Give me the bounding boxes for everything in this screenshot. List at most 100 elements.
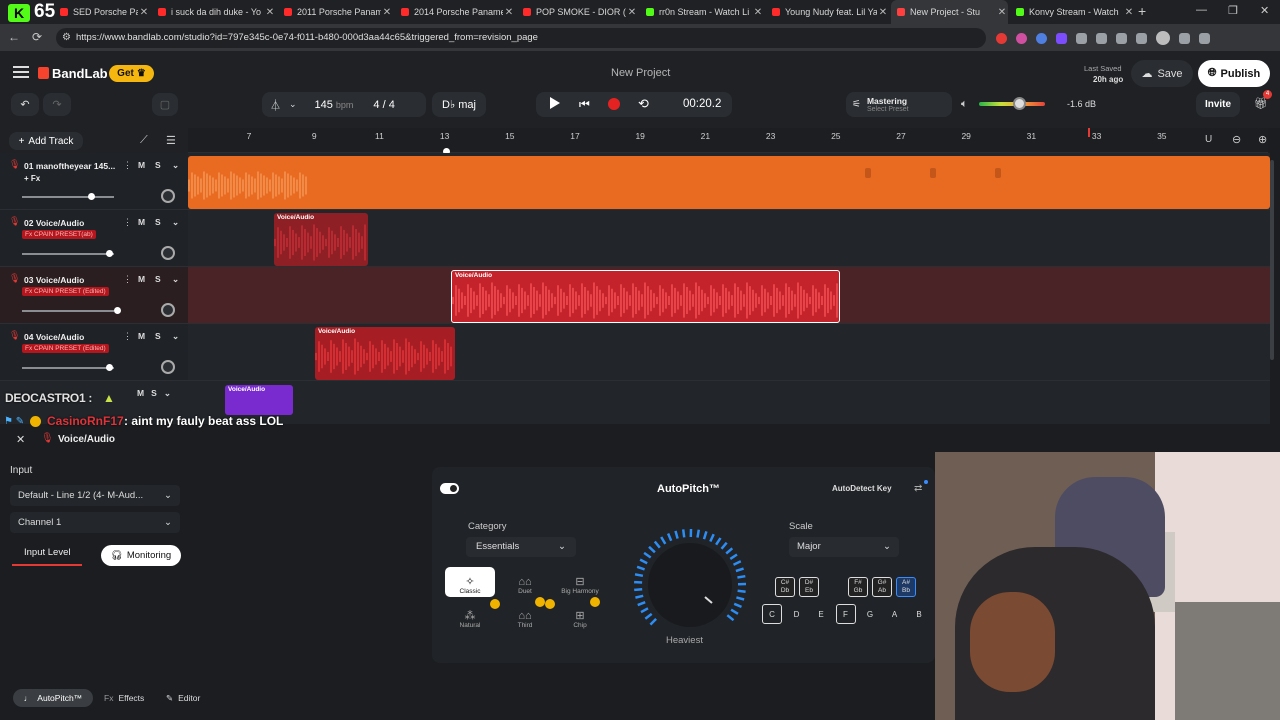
zoom-out-icon[interactable]: ⊖ (1232, 133, 1241, 146)
category-option[interactable]: ⁂ Natural (445, 601, 495, 631)
chevron-down-icon[interactable]: ⌄ (172, 217, 179, 228)
zoom-in-icon[interactable]: ⊕ (1258, 133, 1267, 146)
extension-gray2-icon[interactable] (1096, 32, 1107, 44)
track-header[interactable]: 🎙︎ 01 manoftheyear 145... ⋮ M S ⌄ + Fx (0, 153, 188, 210)
track-menu-icon[interactable]: ⋮ (123, 274, 132, 285)
category-option[interactable]: ⊟ Big Harmony (555, 567, 605, 597)
clip-split-marker[interactable] (995, 168, 1001, 178)
audio-clip[interactable]: Voice/Audio (315, 327, 455, 380)
metronome-icon[interactable]: ⏃ (270, 97, 281, 113)
browser-tab[interactable]: New Project - Stu ✕ (891, 0, 1008, 24)
mute-button[interactable]: M (138, 217, 145, 227)
input-device-select[interactable]: Default - Line 1/2 (4- M-Aud... ⌄ (10, 485, 180, 506)
close-window-icon[interactable]: ✕ (1260, 4, 1269, 17)
track-volume-handle[interactable] (106, 364, 113, 371)
fx-preset-tag[interactable]: Fx CPAIN PRESET (Edited) (22, 344, 109, 353)
tab-close-icon[interactable]: ✕ (264, 7, 276, 18)
extension-gray-icon[interactable] (1076, 32, 1087, 44)
magnet-icon[interactable]: U (1205, 134, 1212, 145)
filter-icon[interactable]: ☰ (166, 134, 176, 147)
track-menu-icon[interactable]: ⋮ (123, 331, 132, 342)
mic-icon[interactable]: 🎙︎ (9, 159, 20, 170)
back-icon[interactable]: ← (8, 30, 20, 44)
track-volume-handle[interactable] (106, 250, 113, 257)
wand-icon[interactable]: ⟋ (140, 134, 148, 147)
tab-close-icon[interactable]: ✕ (381, 7, 393, 18)
tab-close-icon[interactable]: ✕ (138, 7, 150, 18)
track-volume-slider[interactable] (22, 310, 114, 312)
pan-knob[interactable] (161, 360, 175, 374)
monitoring-button[interactable]: 🎧︎ Monitoring (101, 545, 181, 566)
audio-clip[interactable]: Voice/Audio (274, 213, 368, 266)
track-volume-slider[interactable] (22, 367, 114, 369)
natural-key-button[interactable]: C (762, 604, 782, 624)
mastering-button[interactable]: ⚟ Mastering Select Preset (846, 92, 952, 117)
browser-tab[interactable]: 2011 Porsche Panamera✕ (278, 0, 393, 24)
autopitch-toggle[interactable] (440, 483, 459, 494)
extension-blue-icon[interactable] (1036, 32, 1047, 44)
pan-knob[interactable] (161, 246, 175, 260)
master-volume-knob[interactable] (1012, 97, 1026, 110)
minimize-icon[interactable]: — (1196, 4, 1207, 16)
timeline-ruler[interactable]: 7 9 11 13 15 17 19 21 23 25 27 29 31 33 35 (188, 128, 1268, 153)
extension-gray6-icon[interactable] (1199, 32, 1210, 44)
invite-button[interactable]: Invite (1196, 92, 1240, 117)
mic-icon[interactable]: 🎙︎ (9, 330, 20, 341)
browser-tab[interactable]: POP SMOKE - DIOR (O ✕ (517, 0, 638, 24)
tab-close-icon[interactable]: ✕ (996, 7, 1008, 18)
clip-split-marker[interactable] (930, 168, 936, 178)
site-info-icon[interactable]: ⚙ (62, 28, 71, 48)
browser-tab[interactable]: i suck da dih duke - Yo ✕ (152, 0, 276, 24)
play-icon[interactable] (550, 97, 560, 109)
natural-key-button[interactable]: F (835, 604, 856, 624)
add-fx-button[interactable]: + Fx (24, 174, 40, 183)
url-field[interactable]: ⚙ https://www.bandlab.com/studio?id=797e… (56, 28, 986, 48)
undo-button[interactable]: ↶ (11, 93, 39, 116)
sharp-key-button[interactable]: C# Db (775, 577, 795, 597)
track-volume-slider[interactable] (22, 253, 114, 255)
pan-knob[interactable] (161, 189, 175, 203)
tab-close-icon[interactable]: ✕ (626, 7, 638, 18)
mute-button[interactable]: M (138, 274, 145, 284)
sharp-key-button[interactable]: A# Bb (896, 577, 916, 597)
rewind-icon[interactable]: ⏮ (579, 97, 590, 112)
track-menu-icon[interactable]: ⋮ (123, 160, 132, 171)
scale-select[interactable]: Major ⌄ (789, 537, 899, 557)
sharp-key-button[interactable]: D# Eb (799, 577, 819, 597)
pan-knob[interactable] (161, 303, 175, 317)
browser-tab[interactable]: Young Nudy feat. Lil Ya ✕ (766, 0, 889, 24)
autodetect-key-button[interactable]: AutoDetect Key (832, 484, 892, 493)
browser-tab[interactable]: 2014 Porsche Panamera✕ (395, 0, 515, 24)
extension-gray5-icon[interactable] (1179, 32, 1190, 44)
strength-knob[interactable] (632, 527, 748, 643)
chevron-down-icon[interactable]: ⌄ (172, 331, 179, 342)
chevron-down-icon[interactable]: ⌄ (172, 274, 179, 285)
extension-red-icon[interactable] (996, 32, 1007, 44)
menu-icon[interactable] (13, 66, 29, 78)
sharp-key-button[interactable]: F# Gb (848, 577, 868, 597)
natural-key-button[interactable]: E (811, 604, 831, 624)
sharp-key-button[interactable]: G# Ab (872, 577, 892, 597)
track-volume-slider[interactable] (22, 196, 114, 198)
fx-preset-tag[interactable]: Fx CPAIN PRESET (Edited) (22, 287, 109, 296)
publish-button[interactable]: 🌐︎ Publish (1198, 60, 1270, 87)
tab-close-icon[interactable]: ✕ (752, 7, 764, 18)
record-icon[interactable] (608, 98, 620, 110)
track-header[interactable]: 🎙︎ 03 Voice/Audio ⋮ M S ⌄ Fx CPAIN PRESET (Edi… (0, 267, 188, 324)
track-header[interactable]: 🎙︎ 02 Voice/Audio ⋮ M S ⌄ Fx CPAIN PRESET(ab) (0, 210, 188, 267)
loop-icon[interactable]: ⟲ (638, 96, 649, 112)
key-selector[interactable]: D♭ maj (432, 92, 486, 117)
track-name[interactable]: 03 Voice/Audio (24, 275, 84, 285)
solo-button[interactable]: S (155, 160, 161, 170)
profile-avatar[interactable] (1156, 31, 1170, 45)
audio-clip[interactable] (188, 156, 1270, 209)
natural-key-button[interactable]: G (860, 604, 880, 624)
project-title[interactable]: New Project (611, 67, 670, 79)
category-select[interactable]: Essentials ⌄ (466, 537, 576, 557)
audio-clip[interactable]: Voice/Audio (451, 270, 840, 323)
track-volume-handle[interactable] (88, 193, 95, 200)
track-name[interactable]: 01 manoftheyear 145... (24, 161, 115, 171)
get-button[interactable]: Get ♛ (109, 65, 154, 82)
fx-preset-tag[interactable]: Fx CPAIN PRESET(ab) (22, 230, 96, 239)
browser-tab[interactable]: rr0n Stream - Watch Li ✕ (640, 0, 764, 24)
